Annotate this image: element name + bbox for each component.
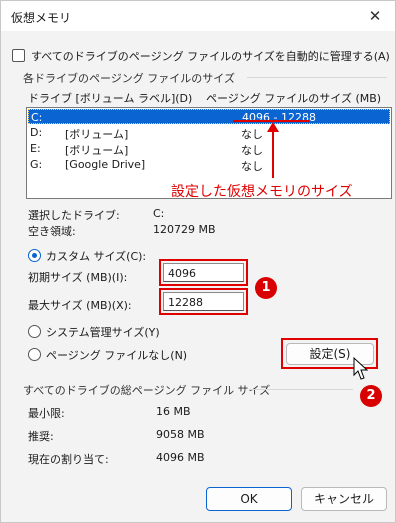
- step-badge-1: 1: [255, 277, 277, 299]
- column-header-drive: ドライブ [ボリューム ラベル](D): [28, 92, 193, 105]
- drive-letter: E:: [30, 142, 41, 155]
- custom-size-radio[interactable]: [28, 249, 41, 262]
- recommended-label: 推奨:: [28, 430, 54, 443]
- drive-letter: C:: [31, 111, 43, 124]
- drive-row[interactable]: G: [Google Drive] なし: [28, 157, 390, 173]
- custom-size-label[interactable]: カスタム サイズ(C):: [46, 248, 146, 264]
- virtual-memory-dialog: 仮想メモリ ✕ すべてのドライブのページング ファイルのサイズを自動的に管理する…: [0, 0, 396, 523]
- drive-row[interactable]: C: 4096 - 12288: [28, 109, 390, 124]
- group-divider: [249, 389, 353, 390]
- column-header-paging-size: ページング ファイルのサイズ (MB): [206, 92, 382, 105]
- mouse-cursor-icon: [353, 357, 369, 380]
- selected-drive-value: C:: [153, 207, 165, 220]
- title-bar: 仮想メモリ ✕: [1, 1, 395, 31]
- drive-volume-label: [ボリューム]: [65, 144, 129, 157]
- annotation-caption: 設定した仮想メモリのサイズ: [171, 184, 353, 200]
- max-size-input[interactable]: 12288: [163, 292, 244, 311]
- auto-manage-checkbox[interactable]: [12, 49, 25, 62]
- drive-letter: D:: [30, 126, 43, 139]
- drive-group-title: 各ドライブのページング ファイルのサイズ: [23, 72, 235, 85]
- minimum-label: 最小限:: [28, 407, 65, 420]
- close-icon[interactable]: ✕: [355, 1, 395, 31]
- drive-row[interactable]: E: [ボリューム] なし: [28, 141, 390, 157]
- total-group-title: すべてのドライブの総ページング ファイル サイズ: [23, 384, 271, 397]
- window-title: 仮想メモリ: [11, 11, 72, 25]
- recommended-value: 9058 MB: [156, 428, 205, 441]
- system-managed-radio[interactable]: [28, 325, 41, 338]
- drive-letter: G:: [30, 158, 43, 171]
- max-size-label: 最大サイズ (MB)(X):: [28, 299, 132, 312]
- initial-size-label: 初期サイズ (MB)(I):: [28, 271, 128, 284]
- drive-volume-label: [ボリューム]: [65, 128, 129, 141]
- drive-volume-label: [Google Drive]: [65, 158, 146, 171]
- no-paging-radio[interactable]: [28, 348, 41, 361]
- current-allocation-label: 現在の割り当て:: [28, 453, 109, 466]
- minimum-value: 16 MB: [156, 405, 191, 418]
- free-space-label: 空き領域:: [28, 225, 76, 238]
- current-allocation-value: 4096 MB: [156, 451, 205, 464]
- free-space-value: 120729 MB: [153, 223, 216, 236]
- cancel-button[interactable]: キャンセル: [301, 487, 387, 511]
- auto-manage-label[interactable]: すべてのドライブのページング ファイルのサイズを自動的に管理する(A): [31, 48, 390, 64]
- annotation-arrow-icon: [267, 122, 279, 178]
- no-paging-label[interactable]: ページング ファイルなし(N): [46, 347, 187, 363]
- ok-button[interactable]: OK: [206, 487, 292, 511]
- group-divider: [247, 77, 387, 78]
- drive-paging-size: なし: [241, 160, 263, 173]
- step-badge-2: 2: [360, 385, 382, 407]
- initial-size-input[interactable]: 4096: [163, 263, 244, 282]
- selected-drive-label: 選択したドライブ:: [28, 209, 120, 222]
- drive-paging-size: なし: [241, 144, 263, 157]
- drive-row[interactable]: D: [ボリューム] なし: [28, 125, 390, 141]
- drive-paging-size: なし: [241, 128, 263, 141]
- system-managed-label[interactable]: システム管理サイズ(Y): [46, 324, 160, 340]
